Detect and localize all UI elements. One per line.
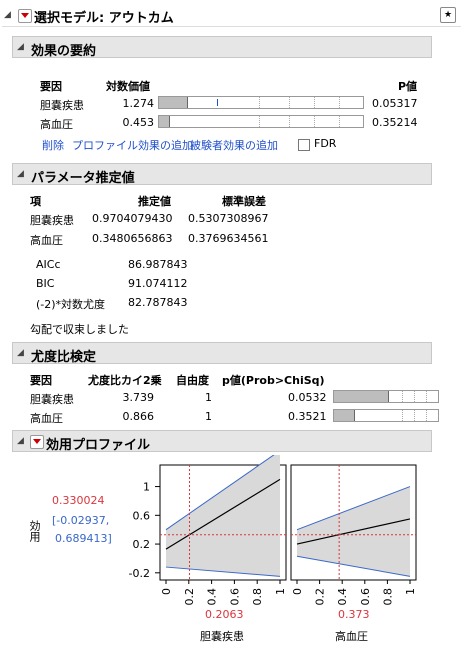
- panel-2: 0 0.2 0.4 0.6 0.8 1: [290, 464, 417, 606]
- param-row-se: 0.3769634561: [188, 232, 269, 245]
- lrt-row-df: 1: [205, 410, 212, 423]
- x-tick-label: 1: [274, 588, 287, 595]
- x-tick-label: 0: [291, 588, 304, 595]
- x-tick-label: 0.6: [228, 588, 241, 606]
- y-tick-label: 1: [143, 481, 150, 494]
- x-tick-label: 0.8: [251, 588, 264, 606]
- red-triangle-menu[interactable]: [18, 9, 32, 23]
- panel-1: 0 0.2 0.4 0.6 0.8 1: [159, 455, 287, 606]
- col-logworth: 対数価値: [106, 80, 150, 93]
- collapse-icon[interactable]: ◢: [17, 169, 24, 179]
- factor-axis-label: 高血圧: [335, 630, 368, 643]
- lrt-row-chi: 0.866: [122, 410, 155, 423]
- param-row-name: 高血圧: [30, 234, 63, 247]
- x-tick-label: 0.4: [206, 588, 219, 606]
- logworth-bar: [158, 96, 364, 109]
- col-source: 要因: [30, 374, 52, 387]
- profiler-header[interactable]: ◢ 効用プロファイル: [12, 430, 432, 453]
- lrt-row-p: 0.3521: [288, 410, 327, 423]
- lrt-row-df: 1: [205, 391, 212, 404]
- y-ticks: 1 0.6 0.2 -0.2: [129, 481, 160, 580]
- remove-link[interactable]: 削除: [42, 137, 64, 153]
- lrt-row-chi: 3.739: [122, 391, 155, 404]
- add-profile-effect-link[interactable]: プロファイル効果の追加: [72, 137, 193, 153]
- effect-row-name: 胆嚢疾患: [40, 99, 84, 112]
- collapse-icon[interactable]: ◢: [17, 42, 24, 52]
- fit-value: 82.787843: [128, 296, 188, 309]
- effect-row-logworth: 1.274: [122, 97, 155, 110]
- effect-row-p: 0.05317: [372, 97, 418, 110]
- effect-row-name: 高血圧: [40, 118, 73, 131]
- fit-value: 86.987843: [128, 258, 188, 271]
- col-source: 要因: [40, 80, 62, 93]
- logworth-bar-fill: [159, 97, 188, 108]
- lrt-header[interactable]: ◢ 尤度比検定: [12, 342, 432, 365]
- factor-current-value: 0.2063: [205, 608, 244, 621]
- x-tick-label: 0.8: [381, 588, 394, 606]
- param-row-se: 0.5307308967: [188, 212, 269, 225]
- x-tick-label: 1: [404, 588, 417, 595]
- collapse-icon[interactable]: ◢: [17, 348, 24, 358]
- fit-label: BIC: [36, 277, 55, 290]
- col-p: p値(Prob>ChiSq): [222, 374, 325, 387]
- y-tick-label: 0.2: [133, 538, 151, 551]
- effect-row-logworth: 0.453: [122, 116, 155, 129]
- col-term: 項: [30, 195, 41, 208]
- fit-label: AICc: [36, 258, 61, 271]
- x-tick-label: 0.6: [359, 588, 372, 606]
- x-tick-label: 0.2: [183, 588, 196, 606]
- profiler-title: 効用プロファイル: [46, 438, 151, 453]
- y-tick-label: -0.2: [129, 567, 150, 580]
- lrt-row-name: 高血圧: [30, 412, 63, 425]
- title-bar: ◢ 選択モデル: アウトカム ★: [2, 4, 461, 27]
- logworth-bar: [158, 115, 364, 128]
- param-estimates-title: パラメータ推定値: [31, 171, 135, 186]
- lrt-title: 尤度比検定: [31, 350, 97, 365]
- x-tick-label: 0.2: [314, 588, 327, 606]
- factor-axis-label: 胆嚢疾患: [200, 630, 244, 643]
- col-df: 自由度: [176, 374, 209, 387]
- param-row-name: 胆嚢疾患: [30, 214, 74, 227]
- y-tick-label: 0.6: [133, 509, 151, 522]
- param-row-est: 0.9704079430: [92, 212, 173, 225]
- effect-row-p: 0.35214: [372, 116, 418, 129]
- add-subject-effect-link[interactable]: 被験者効果の追加: [190, 137, 278, 153]
- lrt-row-p: 0.0532: [288, 391, 327, 404]
- fdr-label: FDR: [314, 137, 337, 150]
- col-se: 標準誤差: [222, 195, 266, 208]
- fdr-checkbox[interactable]: [298, 139, 310, 151]
- lrt-p-bar: [333, 409, 439, 422]
- red-triangle-menu[interactable]: [30, 435, 44, 449]
- param-estimates-header[interactable]: ◢ パラメータ推定値: [12, 163, 432, 186]
- window-title: 選択モデル: アウトカム: [34, 11, 174, 26]
- effects-summary-title: 効果の要約: [31, 44, 97, 59]
- collapse-icon[interactable]: ◢: [4, 10, 11, 20]
- col-est: 推定値: [138, 195, 171, 208]
- collapse-icon[interactable]: ◢: [17, 436, 24, 446]
- x-tick-label: 0.4: [336, 588, 349, 606]
- col-p: P値: [398, 80, 418, 93]
- pin-icon[interactable]: ★: [440, 7, 456, 23]
- x-tick-label: 0: [160, 588, 173, 595]
- param-row-est: 0.3480656863: [92, 232, 173, 245]
- factor-current-value: 0.373: [338, 608, 370, 621]
- fit-label: (-2)*対数尤度: [36, 298, 106, 311]
- col-chi: 尤度比カイ2乗: [88, 374, 162, 387]
- lrt-row-name: 胆嚢疾患: [30, 393, 74, 406]
- logworth-bar-fill: [159, 116, 170, 127]
- fit-value: 91.074112: [128, 277, 188, 290]
- effects-summary-header[interactable]: ◢ 効果の要約: [12, 36, 432, 59]
- convergence-message: 勾配で収束しました: [30, 323, 129, 336]
- lrt-p-bar: [333, 390, 439, 403]
